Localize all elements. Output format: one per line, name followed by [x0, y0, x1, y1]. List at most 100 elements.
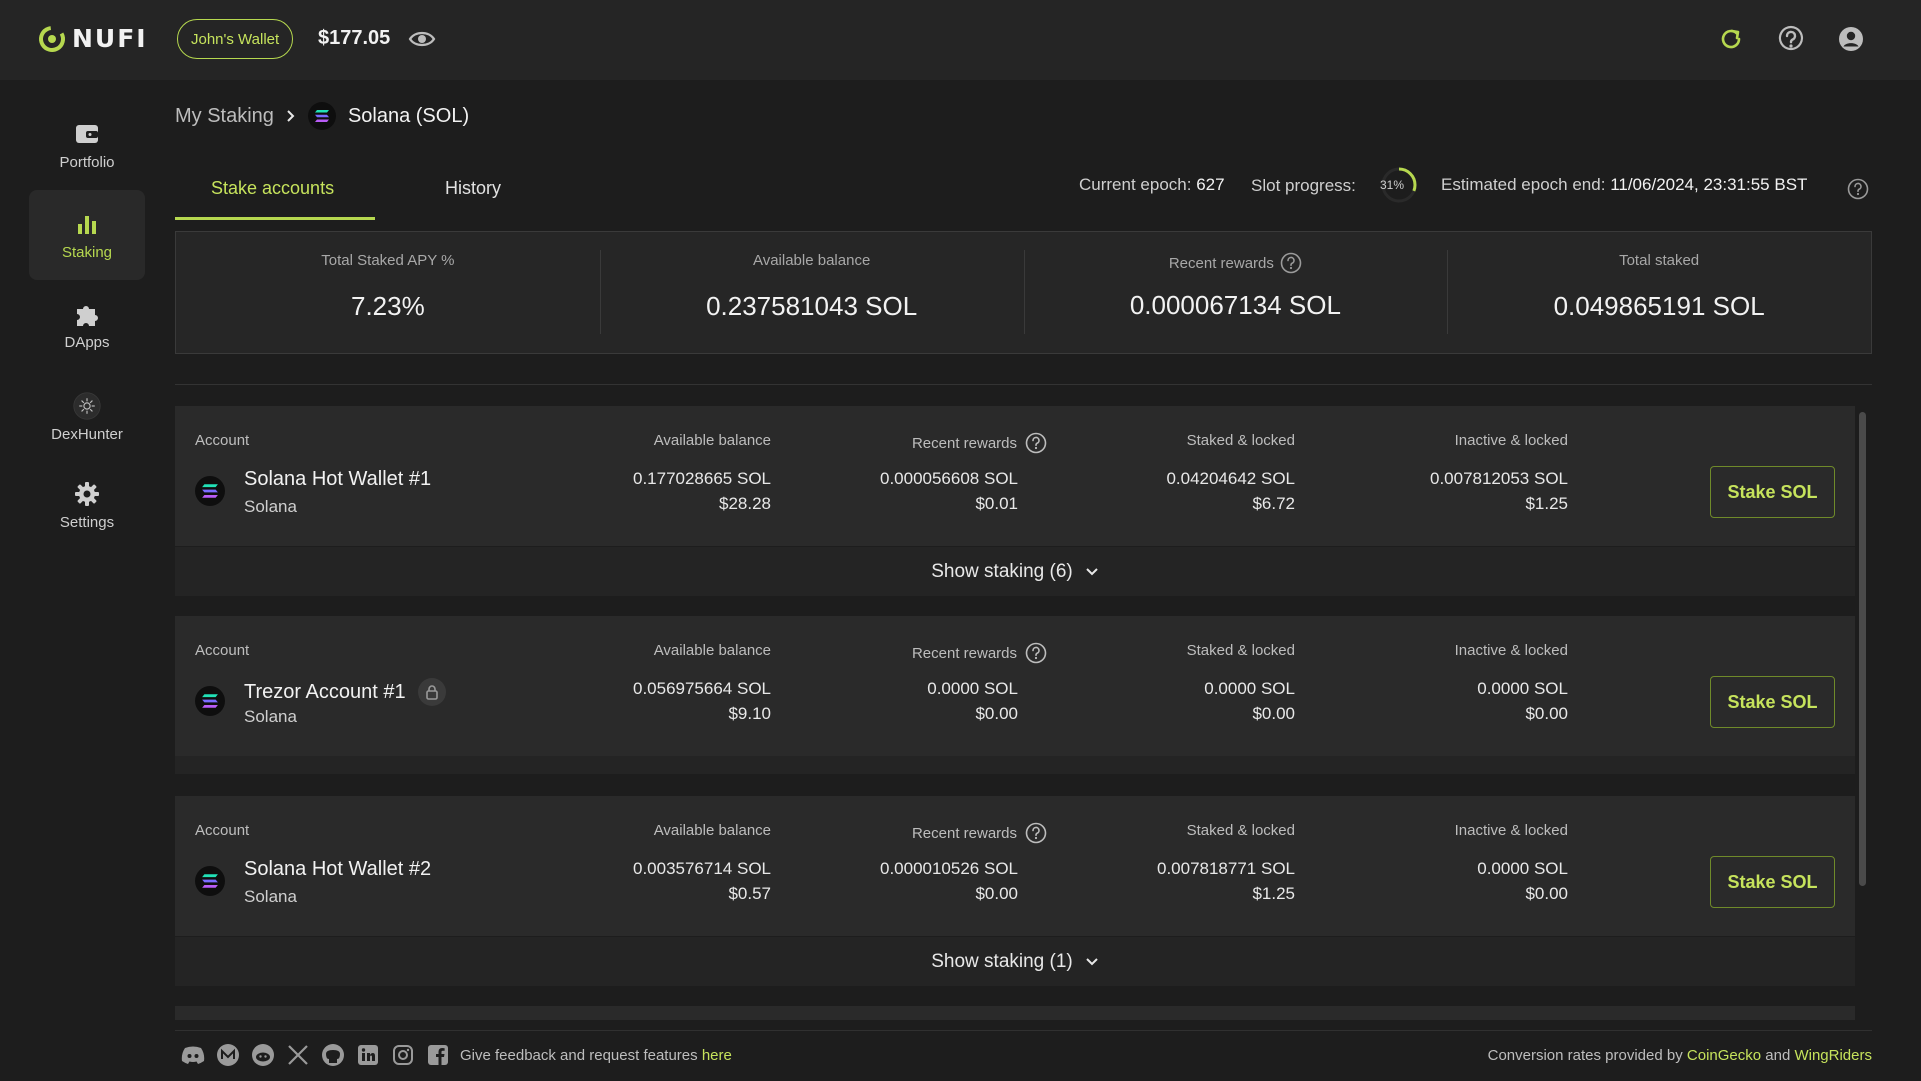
available-balance: 0.177028665 SOL $28.28	[633, 466, 771, 516]
sidebar-item-label: Portfolio	[59, 153, 115, 171]
col-available: Available balance	[653, 432, 771, 449]
staked-sol: 0.007818771 SOL	[1156, 859, 1295, 878]
breadcrumb-parent[interactable]: My Staking	[175, 105, 274, 128]
sidebar-item-dexhunter[interactable]: DexHunter	[29, 372, 145, 462]
rewards-usd: $0.00	[975, 704, 1018, 723]
rewards-sol: 0.0000 SOL	[927, 679, 1018, 698]
summary-label-row: Recent rewards	[1169, 252, 1302, 274]
account-card: Account Available balance Recent rewards…	[175, 616, 1855, 774]
summary-value: 0.237581043 SOL	[706, 291, 918, 321]
staked-locked: 0.0000 SOL $0.00	[1204, 676, 1295, 726]
col-rewards: Recent rewards	[912, 822, 1047, 844]
account-name: Solana Hot Wallet #2	[244, 858, 432, 880]
summary-apy: Total Staked APY % 7.23%	[176, 232, 600, 353]
rewards-usd: $0.00	[975, 884, 1018, 903]
chevron-down-icon	[1086, 957, 1098, 965]
wallet-selector[interactable]: John's Wallet	[177, 19, 294, 59]
stake-sol-button[interactable]: Stake SOL	[1710, 466, 1835, 518]
brand-name: NUFI	[72, 24, 148, 53]
stake-sol-button[interactable]: Stake SOL	[1710, 676, 1835, 728]
sidebar-item-portfolio[interactable]: Portfolio	[29, 100, 145, 190]
sidebar-item-staking[interactable]: Staking	[29, 190, 145, 280]
reddit-icon[interactable]	[250, 1042, 276, 1068]
info-icon[interactable]	[1025, 642, 1047, 664]
dexhunter-icon	[73, 391, 101, 420]
bar-chart-icon	[73, 210, 101, 238]
solana-icon	[195, 686, 225, 716]
medium-icon[interactable]	[215, 1042, 241, 1068]
estimated-epoch-end: Estimated epoch end: 11/06/2024, 23:31:5…	[1441, 175, 1807, 195]
wingriders-link[interactable]: WingRiders	[1794, 1047, 1872, 1064]
col-inactive: Inactive & locked	[1454, 642, 1568, 659]
chevron-right-icon	[287, 110, 295, 122]
inactive-sol: 0.0000 SOL	[1477, 859, 1568, 878]
solana-icon	[307, 102, 336, 130]
staking-summary: Total Staked APY % 7.23% Available balan…	[175, 231, 1872, 354]
info-icon[interactable]	[1025, 822, 1047, 844]
summary-label: Available balance	[752, 252, 871, 269]
solana-icon	[195, 476, 225, 506]
puzzle-icon	[73, 300, 101, 328]
staked-locked: 0.007818771 SOL $1.25	[1157, 856, 1295, 906]
account-card-partial	[175, 1006, 1855, 1020]
epoch-end-label: Estimated epoch end:	[1441, 175, 1606, 194]
instagram-icon[interactable]	[390, 1042, 416, 1068]
recent-rewards: 0.000010526 SOL $0.00	[880, 856, 1018, 906]
feedback-link[interactable]: here	[702, 1047, 732, 1064]
feedback-text: Give feedback and request features here	[460, 1047, 732, 1064]
summary-value: 0.000067134 SOL	[1129, 290, 1341, 320]
sidebar-item-label: DexHunter	[51, 425, 123, 443]
help-icon[interactable]	[1774, 22, 1808, 56]
summary-available-balance: Available balance 0.237581043 SOL	[599, 232, 1024, 353]
account-icon[interactable]	[1834, 22, 1868, 56]
account-chain: Solana	[244, 887, 297, 906]
footer: Give feedback and request features here …	[0, 1030, 1921, 1081]
eye-icon[interactable]	[408, 28, 436, 50]
stake-sol-button[interactable]: Stake SOL	[1710, 856, 1835, 908]
staked-sol: 0.04204642 SOL	[1166, 469, 1295, 488]
available-usd: $9.10	[728, 704, 771, 723]
inactive-locked: 0.007812053 SOL $1.25	[1430, 466, 1568, 516]
sidebar-item-settings[interactable]: Settings	[29, 460, 145, 550]
inactive-sol: 0.007812053 SOL	[1429, 469, 1568, 488]
info-icon[interactable]	[1025, 432, 1047, 454]
current-epoch: Current epoch: 627	[1079, 175, 1225, 195]
rewards-sol: 0.000056608 SOL	[879, 469, 1018, 488]
show-staking-toggle[interactable]: Show staking (1)	[175, 936, 1855, 986]
summary-label: Total staked	[1619, 252, 1700, 269]
refresh-icon[interactable]	[1714, 22, 1748, 56]
sidebar-item-dapps[interactable]: DApps	[29, 280, 145, 370]
epoch-help-icon[interactable]	[1847, 178, 1869, 205]
col-account: Account	[195, 642, 250, 659]
info-icon[interactable]	[1280, 252, 1302, 274]
show-staking-toggle[interactable]: Show staking (6)	[175, 546, 1855, 596]
tab-stake-accounts[interactable]: Stake accounts	[211, 178, 334, 199]
staked-usd: $1.25	[1252, 884, 1295, 903]
staked-usd: $0.00	[1252, 704, 1295, 723]
account-chain: Solana	[244, 497, 297, 516]
account-card: Account Available balance Recent rewards…	[175, 406, 1855, 596]
inactive-sol: 0.0000 SOL	[1477, 679, 1568, 698]
tab-history[interactable]: History	[445, 178, 501, 199]
discord-icon[interactable]	[180, 1042, 206, 1068]
available-sol: 0.177028665 SOL	[632, 469, 771, 488]
inactive-usd: $0.00	[1525, 704, 1568, 723]
nufi-logo[interactable]: NUFI	[38, 24, 148, 53]
scrollbar[interactable]	[1859, 412, 1866, 886]
epoch-end-value: 11/06/2024, 23:31:55 BST	[1610, 175, 1808, 194]
account-card: Account Available balance Recent rewards…	[175, 796, 1855, 986]
recent-rewards: 0.000056608 SOL $0.01	[880, 466, 1018, 516]
summary-recent-rewards: Recent rewards 0.000067134 SOL	[1023, 232, 1448, 353]
col-inactive: Inactive & locked	[1454, 822, 1568, 839]
rates-prefix: Conversion rates provided by	[1487, 1047, 1683, 1064]
linkedin-icon[interactable]	[355, 1042, 381, 1068]
coingecko-link[interactable]: CoinGecko	[1687, 1047, 1761, 1064]
conversion-rates-text: Conversion rates provided by CoinGecko a…	[1488, 1047, 1872, 1064]
account-name: Trezor Account #1	[244, 680, 406, 703]
facebook-icon[interactable]	[425, 1042, 451, 1068]
github-icon[interactable]	[320, 1042, 346, 1068]
col-available: Available balance	[653, 822, 771, 839]
solana-icon	[195, 866, 225, 896]
x-icon[interactable]	[285, 1042, 311, 1068]
slot-progress-label: Slot progress:	[1251, 176, 1356, 195]
